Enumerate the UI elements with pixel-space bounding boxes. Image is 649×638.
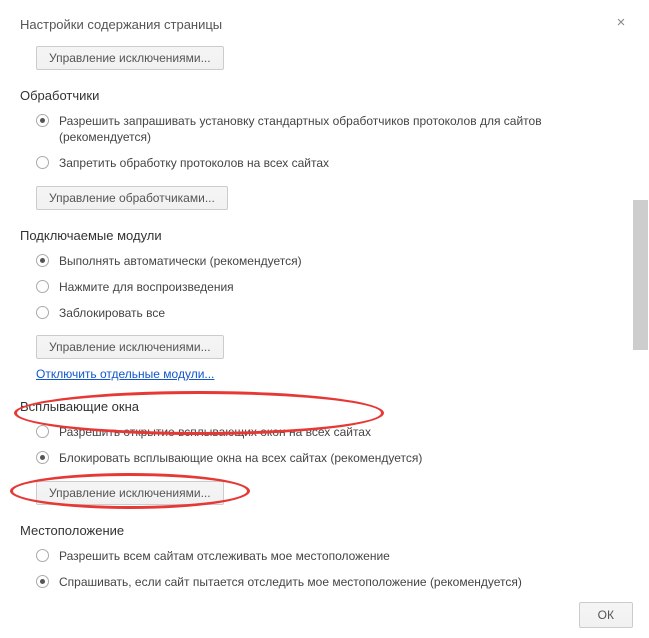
radio-icon[interactable] (36, 425, 49, 438)
radio-label: Спрашивать, если сайт пытается отследить… (59, 574, 522, 590)
radio-row-plugins-auto[interactable]: Выполнять автоматически (рекомендуется) (36, 251, 629, 271)
section-plugins: Подключаемые модули Выполнять автоматиче… (20, 228, 629, 382)
radio-label: Заблокировать все (59, 305, 165, 321)
manage-exceptions-button-popups[interactable]: Управление исключениями... (36, 481, 224, 505)
radio-row-location-allow[interactable]: Разрешить всем сайтам отслеживать мое ме… (36, 546, 629, 566)
manage-handlers-button[interactable]: Управление обработчиками... (36, 186, 228, 210)
manage-exceptions-button-top[interactable]: Управление исключениями... (36, 46, 224, 70)
radio-label: Блокировать всплывающие окна на всех сай… (59, 450, 422, 466)
radio-row-location-deny[interactable]: Не разрешать сайтам отслеживать мое мест… (36, 598, 629, 600)
radio-label: Разрешить открытие всплывающих окон на в… (59, 424, 371, 440)
radio-label: Разрешить запрашивать установку стандарт… (59, 113, 629, 145)
radio-icon[interactable] (36, 280, 49, 293)
section-handlers: Обработчики Разрешить запрашивать устано… (20, 88, 629, 210)
section-title-handlers: Обработчики (20, 88, 629, 103)
radio-row-handlers-allow[interactable]: Разрешить запрашивать установку стандарт… (36, 111, 629, 147)
radio-icon[interactable] (36, 114, 49, 127)
radio-label: Нажмите для воспроизведения (59, 279, 234, 295)
radio-icon[interactable] (36, 306, 49, 319)
radio-row-handlers-deny[interactable]: Запретить обработку протоколов на всех с… (36, 153, 629, 173)
radio-row-plugins-click[interactable]: Нажмите для воспроизведения (36, 277, 629, 297)
radio-row-popups-allow[interactable]: Разрешить открытие всплывающих окон на в… (36, 422, 629, 442)
radio-row-plugins-block[interactable]: Заблокировать все (36, 303, 629, 323)
section-popups: Всплывающие окна Разрешить открытие вспл… (20, 399, 629, 504)
radio-label: Разрешить всем сайтам отслеживать мое ме… (59, 548, 390, 564)
dialog-header: Настройки содержания страницы × (20, 16, 629, 32)
radio-icon[interactable] (36, 156, 49, 169)
radio-row-popups-block[interactable]: Блокировать всплывающие окна на всех сай… (36, 448, 629, 468)
radio-icon[interactable] (36, 451, 49, 464)
section-title-location: Местоположение (20, 523, 629, 538)
radio-icon[interactable] (36, 575, 49, 588)
scrollbar-thumb[interactable] (633, 200, 648, 350)
dialog-title: Настройки содержания страницы (20, 17, 222, 32)
radio-label: Запретить обработку протоколов на всех с… (59, 155, 329, 171)
radio-icon[interactable] (36, 549, 49, 562)
section-title-plugins: Подключаемые модули (20, 228, 629, 243)
close-icon[interactable]: × (613, 16, 629, 32)
section-location: Местоположение Разрешить всем сайтам отс… (20, 523, 629, 601)
dialog-footer: ОК (579, 602, 633, 628)
ok-button[interactable]: ОК (579, 602, 633, 628)
disable-plugins-link[interactable]: Отключить отдельные модули... (36, 367, 214, 381)
manage-exceptions-button-plugins[interactable]: Управление исключениями... (36, 335, 224, 359)
radio-label: Выполнять автоматически (рекомендуется) (59, 253, 302, 269)
section-title-popups: Всплывающие окна (20, 399, 629, 414)
radio-row-location-ask[interactable]: Спрашивать, если сайт пытается отследить… (36, 572, 629, 592)
radio-icon[interactable] (36, 254, 49, 267)
